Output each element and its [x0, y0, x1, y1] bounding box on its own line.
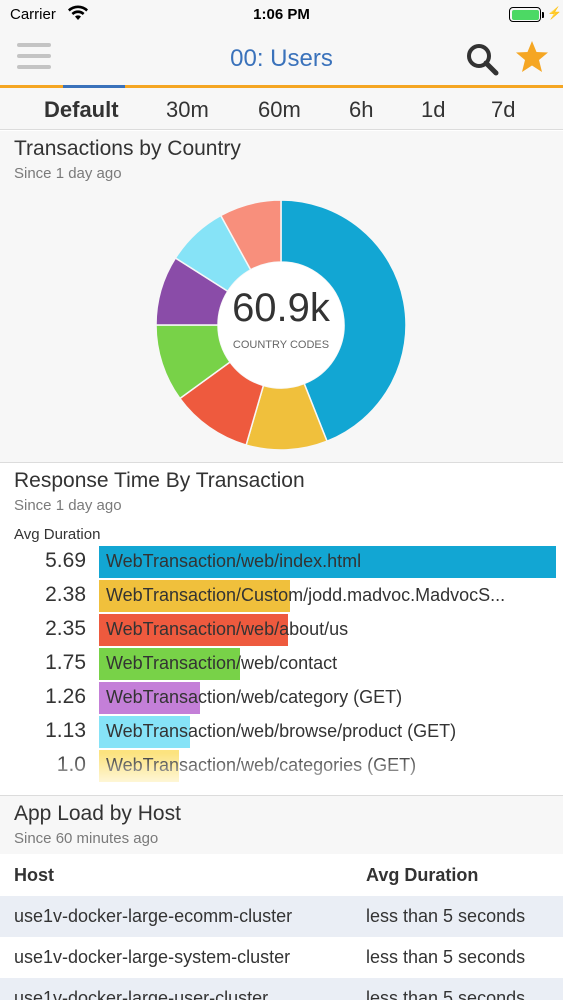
donut-center: 60.9k COUNTRY CODES	[218, 262, 344, 388]
battery-cap	[542, 12, 544, 18]
transaction-name: WebTransaction/Custom/jodd.madvoc.Madvoc…	[106, 585, 506, 605]
status-bar: Carrier 1:06 PM ⚡	[0, 0, 563, 30]
time-range-60m[interactable]: 60m	[258, 97, 301, 123]
duration-cell: less than 5 seconds	[366, 947, 526, 967]
transaction-row[interactable]: 1.26 WebTransaction/web/category (GET)	[0, 682, 563, 714]
transaction-value: 2.35	[45, 617, 86, 640]
table-row[interactable]: use1v-docker-large-user-cluster less tha…	[0, 978, 563, 1000]
transaction-value: 5.69	[45, 549, 86, 572]
transaction-value: 1.26	[45, 685, 86, 708]
time-range-30m[interactable]: 30m	[166, 97, 209, 123]
center-label: COUNTRY CODES	[232, 339, 330, 351]
navigation-bar: 00: Users	[0, 30, 563, 88]
scroll-fade	[0, 753, 563, 795]
transaction-value: 1.13	[45, 719, 86, 742]
host-cell: use1v-docker-large-system-cluster	[14, 947, 291, 967]
transaction-name: WebTransaction/web/index.html	[106, 551, 362, 571]
transaction-row[interactable]: 5.69 WebTransaction/web/index.html	[0, 546, 563, 578]
table-row[interactable]: use1v-docker-large-system-cluster less t…	[0, 937, 563, 978]
transactions-by-country-title: Transactions by Country	[14, 137, 241, 160]
time-range-selector: Default 30m 60m 6h 1d 7d	[0, 88, 563, 130]
duration-cell: less than 5 seconds	[366, 906, 526, 926]
app-load-header: App Load by Host Since 60 minutes ago	[0, 796, 563, 854]
transaction-name: WebTransaction/web/browse/product (GET)	[106, 721, 457, 741]
app-load-title: App Load by Host	[14, 802, 181, 825]
transaction-value: 1.75	[45, 651, 86, 674]
charging-bolt-icon: ⚡	[547, 6, 562, 20]
transaction-name: WebTransaction/web/category (GET)	[106, 687, 403, 707]
time-range-7d[interactable]: 7d	[491, 97, 515, 123]
table-row[interactable]: use1v-docker-large-ecomm-cluster less th…	[0, 896, 563, 937]
clock: 1:06 PM	[253, 6, 310, 23]
host-cell: use1v-docker-large-ecomm-cluster	[14, 906, 293, 926]
time-range-1d[interactable]: 1d	[421, 97, 445, 123]
transaction-row[interactable]: 1.75 WebTransaction/web/contact	[0, 648, 563, 680]
transaction-row[interactable]: 2.38 WebTransaction/Custom/jodd.madvoc.Ma…	[0, 580, 563, 612]
transactions-by-country-subtitle: Since 1 day ago	[14, 165, 122, 182]
time-range-default[interactable]: Default	[44, 97, 119, 123]
table-header: Host Avg Duration	[0, 855, 563, 896]
total-transactions: 60.9k	[232, 286, 330, 330]
transaction-row[interactable]: 1.13 WebTransaction/web/browse/product (G…	[0, 716, 563, 748]
battery-icon	[509, 7, 541, 22]
host-cell: use1v-docker-large-user-cluster	[14, 988, 269, 1000]
duration-cell: less than 5 seconds	[366, 988, 526, 1000]
host-column-header: Host	[14, 865, 54, 885]
star-icon[interactable]	[514, 39, 550, 80]
response-time-title: Response Time By Transaction	[14, 469, 305, 492]
transaction-name: WebTransaction/web/contact	[106, 653, 338, 673]
transaction-row[interactable]: 2.35 WebTransaction/web/about/us	[0, 614, 563, 646]
response-time-card[interactable]: Response Time By Transaction Since 1 day…	[0, 463, 563, 796]
search-icon[interactable]	[465, 42, 499, 81]
app-load-subtitle: Since 60 minutes ago	[14, 830, 159, 847]
app-load-card[interactable]: App Load by Host Since 60 minutes ago Ho…	[0, 796, 563, 1000]
transaction-name: WebTransaction/web/about/us	[106, 619, 349, 639]
metric-label: Avg Duration	[14, 526, 101, 543]
time-range-6h[interactable]: 6h	[349, 97, 373, 123]
transaction-value: 2.38	[45, 583, 86, 606]
response-time-subtitle: Since 1 day ago	[14, 497, 122, 514]
duration-column-header: Avg Duration	[366, 865, 479, 885]
